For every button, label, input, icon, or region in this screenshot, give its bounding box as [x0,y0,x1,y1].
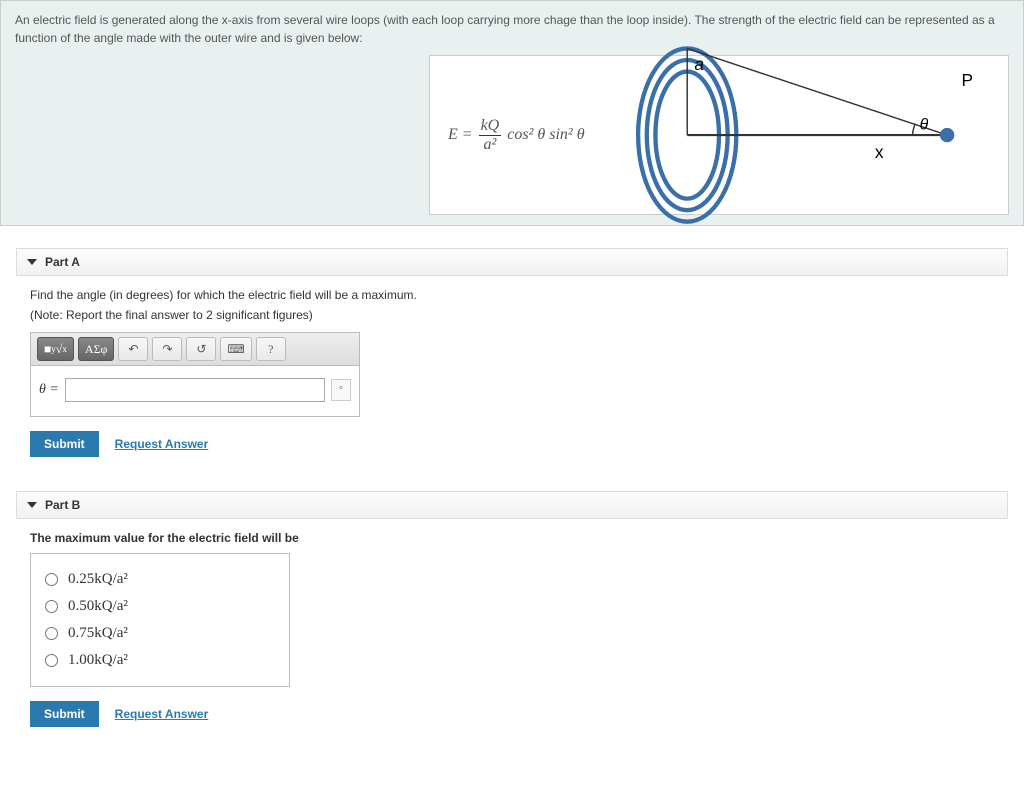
chevron-down-icon [27,259,37,265]
eq-lhs: E = [448,123,473,147]
answer-input-box: ■y√x ΑΣφ ↶ ↷ ↺ ⌨ ? θ = ∘ [30,332,360,417]
mc-option-1[interactable]: 0.25kQ/a² [45,566,275,593]
request-answer-link[interactable]: Request Answer [115,437,209,451]
part-a-note: (Note: Report the final answer to 2 sign… [30,308,994,322]
input-row: θ = ∘ [31,366,359,416]
part-a-body: Find the angle (in degrees) for which th… [16,276,1008,469]
greek-button[interactable]: ΑΣφ [78,337,115,361]
reset-button[interactable]: ↺ [186,337,216,361]
keyboard-button[interactable]: ⌨ [220,337,251,361]
templates-button[interactable]: ■y√x [37,337,74,361]
loop-diagram: a P θ x [615,34,990,236]
equation: E = kQ a² cos² θ sin² θ [448,117,585,153]
equation-toolbar: ■y√x ΑΣφ ↶ ↷ ↺ ⌨ ? [31,333,359,366]
undo-button[interactable]: ↶ [118,337,148,361]
degree-unit: ∘ [331,379,351,401]
part-a-title: Part A [45,255,80,269]
help-button[interactable]: ? [256,337,286,361]
theta-equals-label: θ = [39,382,59,398]
mc-option-4[interactable]: 1.00kQ/a² [45,647,275,674]
multiple-choice-box: 0.25kQ/a² 0.50kQ/a² 0.75kQ/a² 1.00kQ/a² [30,553,290,687]
request-answer-link[interactable]: Request Answer [115,707,209,721]
label-x: x [874,142,883,162]
part-b-prompt: The maximum value for the electric field… [30,531,994,545]
chevron-down-icon [27,502,37,508]
figure-row: E = kQ a² cos² θ sin² θ a [15,55,1009,215]
radio-option-2[interactable] [45,600,58,613]
part-b-title: Part B [45,498,80,512]
label-a: a [694,54,704,74]
radio-option-1[interactable] [45,573,58,586]
label-theta: θ [919,116,928,133]
part-a-header[interactable]: Part A [16,248,1008,276]
part-a-submit-row: Submit Request Answer [30,431,994,457]
eq-rhs: cos² θ sin² θ [507,123,584,147]
part-a: Part A Find the angle (in degrees) for w… [0,248,1024,469]
submit-button[interactable]: Submit [30,431,99,457]
part-b-body: The maximum value for the electric field… [16,519,1008,739]
part-b-header[interactable]: Part B [16,491,1008,519]
part-b: Part B The maximum value for the electri… [0,491,1024,739]
mc-option-2[interactable]: 0.50kQ/a² [45,593,275,620]
part-a-prompt: Find the angle (in degrees) for which th… [30,288,994,302]
label-p: P [961,70,973,90]
eq-fraction: kQ a² [479,117,502,153]
angle-input[interactable] [65,378,325,402]
part-b-submit-row: Submit Request Answer [30,701,994,727]
redo-button[interactable]: ↷ [152,337,182,361]
radio-option-4[interactable] [45,654,58,667]
figure-box: E = kQ a² cos² θ sin² θ a [429,55,1009,215]
submit-button[interactable]: Submit [30,701,99,727]
radio-option-3[interactable] [45,627,58,640]
mc-option-3[interactable]: 0.75kQ/a² [45,620,275,647]
problem-intro: An electric field is generated along the… [0,0,1024,226]
